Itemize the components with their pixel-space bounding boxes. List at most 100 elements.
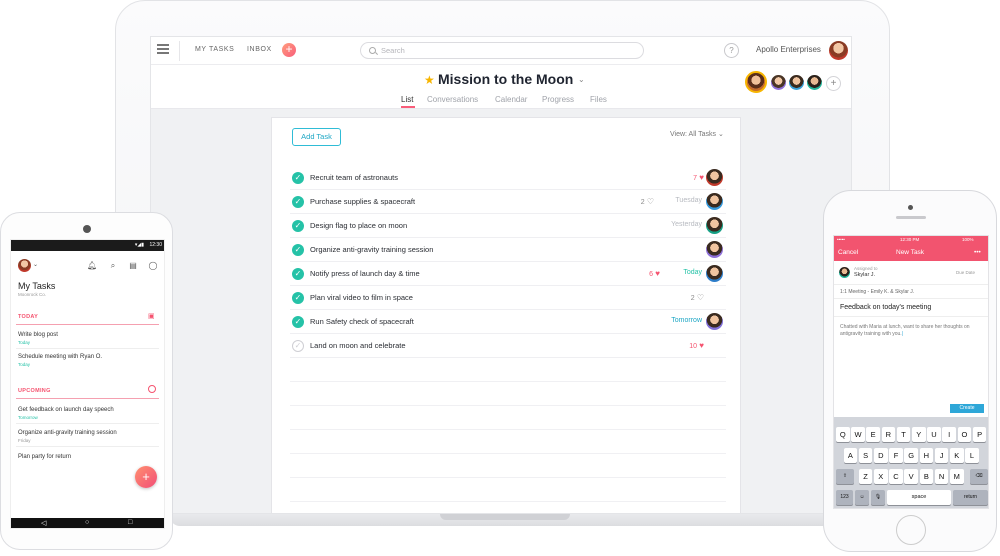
key-r[interactable]: R <box>881 427 896 442</box>
key-u[interactable]: U <box>927 427 941 442</box>
task-name[interactable]: Recruit team of astronauts <box>310 173 398 182</box>
empty-row[interactable] <box>290 358 726 382</box>
likes[interactable]: 10 ♥ <box>664 341 704 350</box>
list-item[interactable]: Plan party for return <box>18 454 71 460</box>
recents-icon[interactable]: □ <box>128 519 132 526</box>
key-w[interactable]: W <box>851 427 865 442</box>
assignee-avatar[interactable] <box>706 217 723 234</box>
delete-key[interactable]: ⌫ <box>970 469 988 484</box>
key-n[interactable]: N <box>934 469 949 484</box>
home-button[interactable] <box>896 515 926 545</box>
create-button[interactable]: Create <box>950 404 984 413</box>
user-avatar[interactable] <box>829 41 848 60</box>
member-avatar[interactable] <box>745 71 767 93</box>
due-date[interactable]: Tuesday <box>642 197 702 204</box>
key-e[interactable]: E <box>866 427 880 442</box>
task-row[interactable]: ✓ Land on moon and celebrate 10 ♥ <box>290 334 726 358</box>
key-c[interactable]: C <box>889 469 903 484</box>
return-key[interactable]: return <box>953 490 988 505</box>
task-row[interactable]: ✓ Run Safety check of spacecraft Tomorrow <box>290 310 726 334</box>
list-item[interactable]: Get feedback on launch day speech <box>18 407 114 413</box>
view-filter-dropdown[interactable]: View: All Tasks ⌄ <box>670 130 724 138</box>
complete-checkbox-icon[interactable]: ✓ <box>292 292 304 304</box>
cancel-button[interactable]: Cancel <box>838 249 858 256</box>
description-field[interactable]: Chatted with Maria at lunch, want to sha… <box>840 324 984 338</box>
complete-checkbox-icon[interactable]: ✓ <box>292 196 304 208</box>
task-title-field[interactable]: Feedback on today's meeting <box>834 299 988 317</box>
emoji-key[interactable]: ☺ <box>855 490 869 505</box>
back-icon[interactable]: ◁ <box>41 519 46 527</box>
favorite-star-icon[interactable]: ★ <box>424 73 435 87</box>
key-j[interactable]: J <box>934 448 949 463</box>
key-h[interactable]: H <box>919 448 934 463</box>
assignee-row[interactable]: Assigned to Skylar J. Due Date <box>834 261 988 285</box>
list-item[interactable]: Write blog post <box>18 332 58 338</box>
key-l[interactable]: L <box>965 448 979 463</box>
search-input[interactable]: Search <box>360 42 644 59</box>
task-row[interactable]: ✓ Purchase supplies & spacecraft 2 ♡ Tuesda… <box>290 190 726 214</box>
key-s[interactable]: S <box>858 448 873 463</box>
key-d[interactable]: D <box>874 448 888 463</box>
member-avatar[interactable] <box>807 75 822 90</box>
list-item[interactable]: Organize anti-gravity training session <box>18 430 117 436</box>
key-y[interactable]: Y <box>912 427 926 442</box>
empty-row[interactable] <box>290 382 726 406</box>
tab-calendar[interactable]: Calendar <box>495 95 527 104</box>
assignee-avatar[interactable] <box>706 241 723 258</box>
more-options-icon[interactable]: ••• <box>974 249 981 256</box>
heart-icon[interactable]: ♥ <box>697 173 704 182</box>
task-row[interactable]: ✓ Plan viral video to film in space 2 ♡ <box>290 286 726 310</box>
help-button[interactable]: ? <box>724 43 739 58</box>
search-icon[interactable]: ⌕ <box>108 261 118 271</box>
likes[interactable]: 7 ♥ <box>664 173 704 182</box>
task-name[interactable]: Notify press of launch day & time <box>310 269 420 278</box>
member-avatar[interactable] <box>789 75 804 90</box>
quick-add-button[interactable]: + <box>282 43 296 57</box>
add-task-button[interactable]: Add Task <box>292 128 341 146</box>
list-item[interactable]: Schedule meeting with Ryan O. <box>18 354 102 360</box>
complete-checkbox-icon[interactable]: ✓ <box>292 340 304 352</box>
assignee-avatar[interactable] <box>706 313 723 330</box>
project-row[interactable]: 1:1 Meeting - Emily K. & Skylar J. <box>834 285 988 299</box>
task-row[interactable]: ✓ Recruit team of astronauts 7 ♥ <box>290 166 726 190</box>
empty-row[interactable] <box>290 454 726 478</box>
key-x[interactable]: X <box>874 469 888 484</box>
heart-icon[interactable]: ♥ <box>697 341 704 350</box>
shift-key[interactable]: ⇧ <box>836 469 854 484</box>
task-name[interactable]: Plan viral video to film in space <box>310 293 413 302</box>
key-o[interactable]: O <box>957 427 972 442</box>
chevron-down-icon[interactable]: ⌄ <box>578 75 585 84</box>
add-member-button[interactable]: + <box>826 76 841 91</box>
due-date[interactable]: Tomorrow <box>642 317 702 324</box>
tab-files[interactable]: Files <box>590 95 607 104</box>
tab-list[interactable]: List <box>401 95 413 104</box>
due-date-field[interactable]: Due Date <box>956 270 975 275</box>
key-a[interactable]: A <box>843 448 858 463</box>
key-k[interactable]: K <box>950 448 964 463</box>
likes[interactable]: 2 ♡ <box>664 293 704 302</box>
nav-my-tasks[interactable]: MY TASKS <box>195 46 234 53</box>
empty-row[interactable] <box>290 406 726 430</box>
key-m[interactable]: M <box>950 469 964 484</box>
complete-checkbox-icon[interactable]: ✓ <box>292 268 304 280</box>
task-name[interactable]: Land on moon and celebrate <box>310 341 406 350</box>
add-task-fab[interactable]: + <box>135 466 157 488</box>
space-key[interactable]: space <box>887 490 951 505</box>
inbox-icon[interactable]: ▤ <box>128 261 138 271</box>
complete-checkbox-icon[interactable]: ✓ <box>292 244 304 256</box>
assignee-avatar[interactable] <box>706 265 723 282</box>
assignee-avatar[interactable] <box>706 169 723 186</box>
nav-inbox[interactable]: INBOX <box>247 46 272 53</box>
tab-progress[interactable]: Progress <box>542 95 574 104</box>
key-i[interactable]: I <box>942 427 956 442</box>
key-p[interactable]: P <box>972 427 987 442</box>
menu-icon[interactable] <box>157 44 169 54</box>
calendar-icon[interactable]: ▣ <box>148 312 155 320</box>
key-f[interactable]: F <box>889 448 903 463</box>
org-name[interactable]: Apollo Enterprises <box>756 45 821 54</box>
key-t[interactable]: T <box>896 427 911 442</box>
assignee-avatar[interactable] <box>706 193 723 210</box>
task-name[interactable]: Purchase supplies & spacecraft <box>310 197 415 206</box>
complete-checkbox-icon[interactable]: ✓ <box>292 220 304 232</box>
empty-row[interactable] <box>290 478 726 502</box>
